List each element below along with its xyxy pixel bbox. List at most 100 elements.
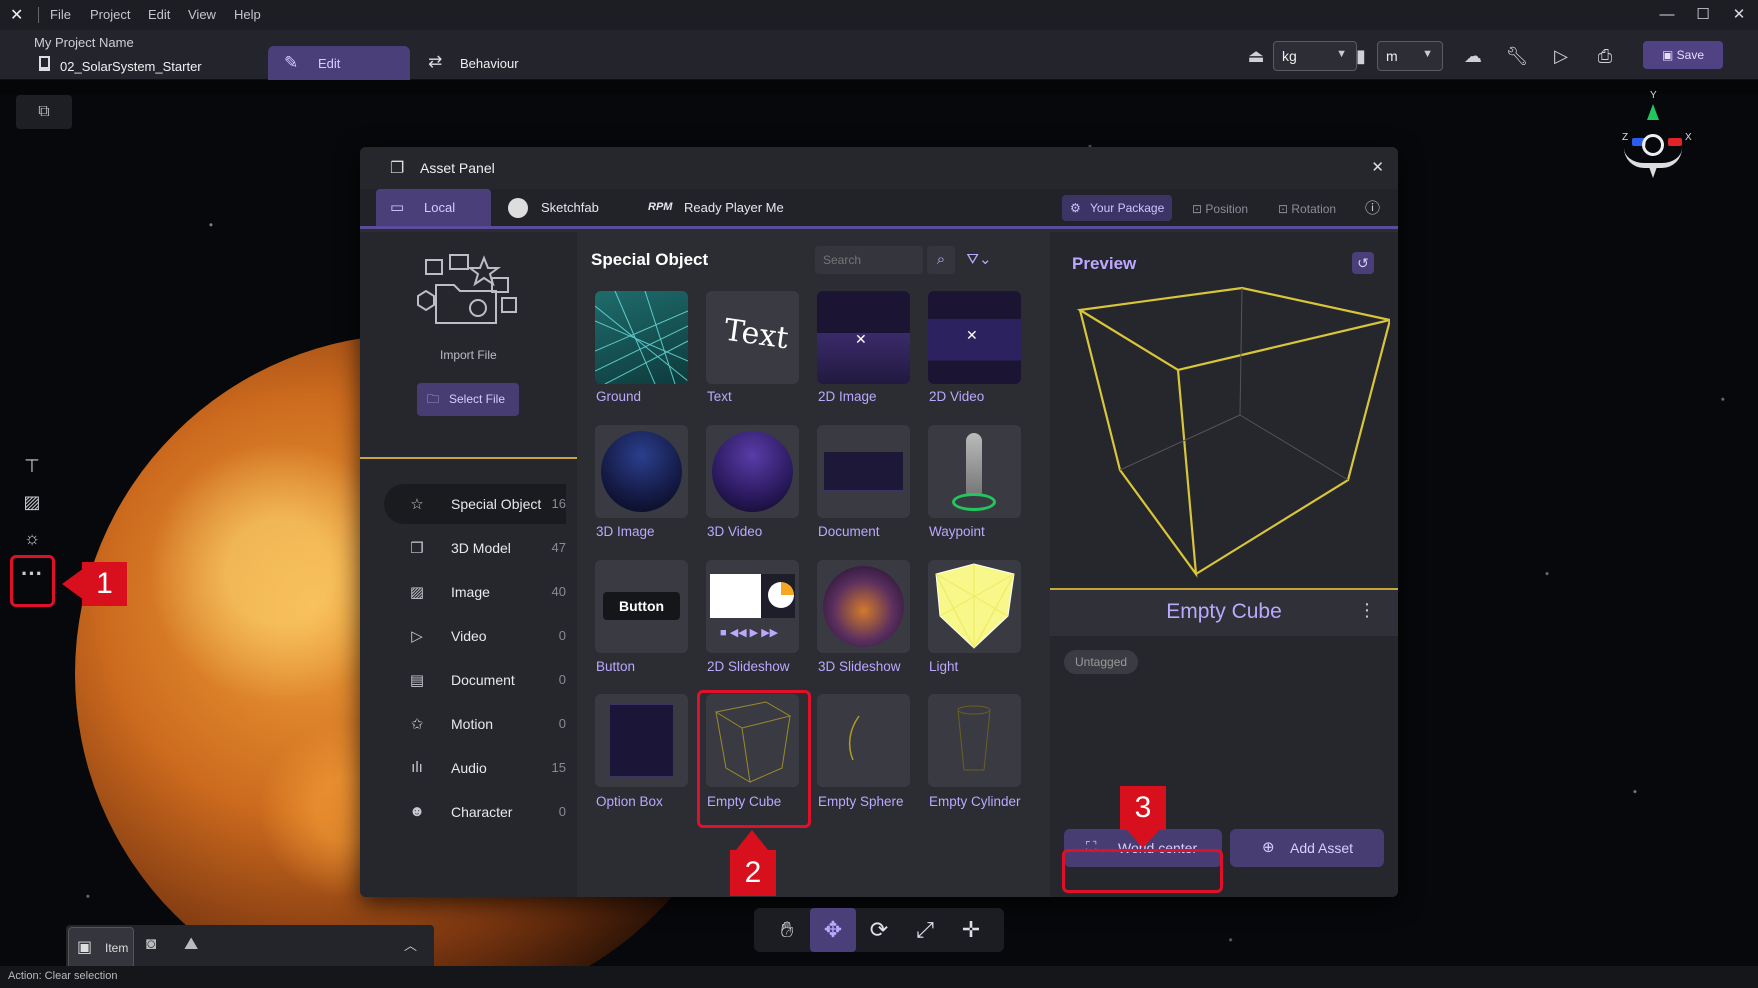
sphere-thumb [712, 431, 793, 512]
category-character[interactable]: ☻ Character 0 [384, 792, 566, 832]
minimize-icon[interactable]: — [1650, 3, 1684, 27]
search-input[interactable] [815, 246, 923, 274]
status-bar: Action: Clear selection [0, 966, 1758, 988]
menu-edit[interactable]: Edit [148, 7, 170, 22]
close-icon[interactable]: ✕ [1371, 158, 1384, 176]
kebab-menu-icon[interactable]: ⋮ [1358, 600, 1376, 621]
logo-thumb-icon: ✕ [855, 331, 867, 347]
tile-3d-slideshow[interactable] [817, 560, 910, 653]
category-audio[interactable]: ılı Audio 15 [384, 748, 566, 788]
orientation-gizmo[interactable]: Y Z X [1610, 90, 1700, 190]
transform-all-icon[interactable]: ✛ [948, 908, 994, 952]
search-icon[interactable]: ⌕ [927, 246, 955, 274]
chevron-up-icon[interactable]: ︿ [404, 935, 417, 954]
info-icon[interactable]: ⓘ [1365, 197, 1380, 221]
menu-view[interactable]: View [188, 7, 216, 22]
tile-empty-sphere[interactable] [817, 694, 910, 787]
maximize-icon[interactable]: ☐ [1686, 3, 1720, 27]
tab-local[interactable]: ▭ Local [376, 189, 491, 226]
wrench-icon[interactable]: 🔧︎ [1504, 43, 1530, 69]
tile-option-box[interactable] [595, 694, 688, 787]
select-file-button[interactable]: 🗀 Select File [417, 383, 519, 416]
tile-button[interactable]: Button [595, 560, 688, 653]
tile-3d-image[interactable] [595, 425, 688, 518]
environment-icon[interactable]: ⛰︎ [184, 934, 198, 954]
tab-behaviour[interactable]: ⇄ Behaviour [424, 46, 544, 80]
tab-ready-player-me[interactable]: RPM Ready Player Me [648, 189, 808, 226]
your-package-button[interactable]: ⚙ Your Package [1062, 195, 1172, 221]
close-window-icon[interactable]: ✕ [1722, 3, 1756, 27]
category-3d-model[interactable]: ❒ 3D Model 47 [384, 528, 566, 568]
axis-y-label: Y [1650, 90, 1657, 101]
preview-wire-cube[interactable] [1050, 280, 1390, 580]
length-unit-value: m [1386, 48, 1398, 64]
position-toggle[interactable]: ⊡ Position [1192, 197, 1248, 221]
publish-icon[interactable]: ⎙ [1592, 43, 1618, 69]
hand-tool-icon[interactable]: ✋︎ [764, 908, 810, 952]
tile-2d-video[interactable]: ✕ [928, 291, 1021, 384]
tab-item[interactable]: ▣ Item [68, 927, 134, 966]
category-image[interactable]: ▨ Image 40 [384, 572, 566, 612]
tile-label-light: Light [929, 659, 959, 674]
tile-document[interactable] [817, 425, 910, 518]
tile-text[interactable]: Text [706, 291, 799, 384]
main-toolbar: My Project Name 02_SolarSystem_Starter ✎… [0, 30, 1758, 80]
text-thumb: Text [721, 312, 791, 357]
section-title: Special Object [591, 250, 709, 269]
category-count: 15 [551, 760, 566, 775]
category-special-object[interactable]: ☆ Special Object 16 [384, 484, 566, 524]
category-video[interactable]: ▷ Video 0 [384, 616, 566, 656]
tab-item-label: Item [105, 941, 129, 955]
callout-2-arrow [736, 830, 768, 850]
tile-light[interactable] [928, 560, 1021, 653]
menu-help[interactable]: Help [234, 7, 261, 22]
tab-edit[interactable]: ✎ Edit [268, 46, 410, 80]
length-unit-select[interactable]: m ▼ [1377, 41, 1443, 71]
tile-3d-video[interactable] [706, 425, 799, 518]
behaviour-icon: ⇄ [428, 52, 443, 71]
image-tool-icon[interactable]: ▨ [16, 486, 48, 518]
move-tool-icon[interactable]: ✥ [810, 908, 856, 952]
mass-unit-select[interactable]: kg ▼ [1273, 41, 1357, 71]
import-area[interactable]: Import File 🗀 Select File [360, 232, 577, 459]
camera-icon[interactable]: ◙ [146, 934, 156, 954]
title-bar: ✕ File Project Edit View Help — ☐ ✕ [0, 0, 1758, 30]
tile-label-option-box: Option Box [596, 794, 663, 809]
category-document[interactable]: ▤ Document 0 [384, 660, 566, 700]
play-icon[interactable]: ▷ [1548, 43, 1574, 69]
cloud-icon[interactable]: ☁ [1460, 43, 1486, 69]
rotate-tool-icon[interactable]: ⟳ [856, 908, 902, 952]
category-motion[interactable]: ✩ Motion 0 [384, 704, 566, 744]
text-tool-icon[interactable]: ⊤ [16, 450, 48, 482]
tile-waypoint[interactable] [928, 425, 1021, 518]
tile-ground[interactable] [595, 291, 688, 384]
import-file-label: Import File [440, 348, 497, 362]
tile-label-2d-image: 2D Image [818, 389, 877, 404]
tile-empty-cylinder[interactable] [928, 694, 1021, 787]
reset-view-icon[interactable]: ↺ [1352, 252, 1374, 274]
sketchfab-icon [508, 198, 528, 218]
tab-sketchfab[interactable]: Sketchfab [508, 189, 618, 226]
menu-project[interactable]: Project [90, 7, 130, 22]
rotation-toggle[interactable]: ⊡ Rotation [1278, 197, 1336, 221]
save-button[interactable]: ▣ Save [1643, 41, 1723, 69]
category-count: 0 [558, 804, 566, 819]
scale-tool-icon[interactable]: ⤢ [902, 908, 948, 952]
category-count: 40 [551, 584, 566, 599]
tile-2d-slideshow[interactable]: ■ ◀◀ ▶ ▶▶ [706, 560, 799, 653]
tab-sketchfab-label: Sketchfab [541, 200, 599, 215]
wire-sphere-thumb [848, 715, 860, 761]
tile-label-button: Button [596, 659, 636, 674]
layers-button[interactable]: ⧉ [16, 95, 72, 129]
light-tool-icon[interactable]: ☼ [16, 522, 48, 554]
menu-file[interactable]: File [50, 7, 71, 22]
item-icon: ▣ [77, 939, 93, 956]
add-asset-button[interactable]: ⊕ Add Asset [1230, 829, 1384, 867]
tab-local-label: Local [424, 200, 456, 215]
app-logo-icon: ✕ [10, 7, 24, 24]
filter-icon[interactable]: ⛛⌄ [961, 246, 997, 274]
tag-badge[interactable]: Untagged [1064, 650, 1139, 674]
transform-toolbar: ✋︎ ✥ ⟳ ⤢ ✛ [754, 908, 1004, 952]
tile-2d-image[interactable]: ✕ [817, 291, 910, 384]
light-polyhedron-thumb [935, 563, 1015, 649]
